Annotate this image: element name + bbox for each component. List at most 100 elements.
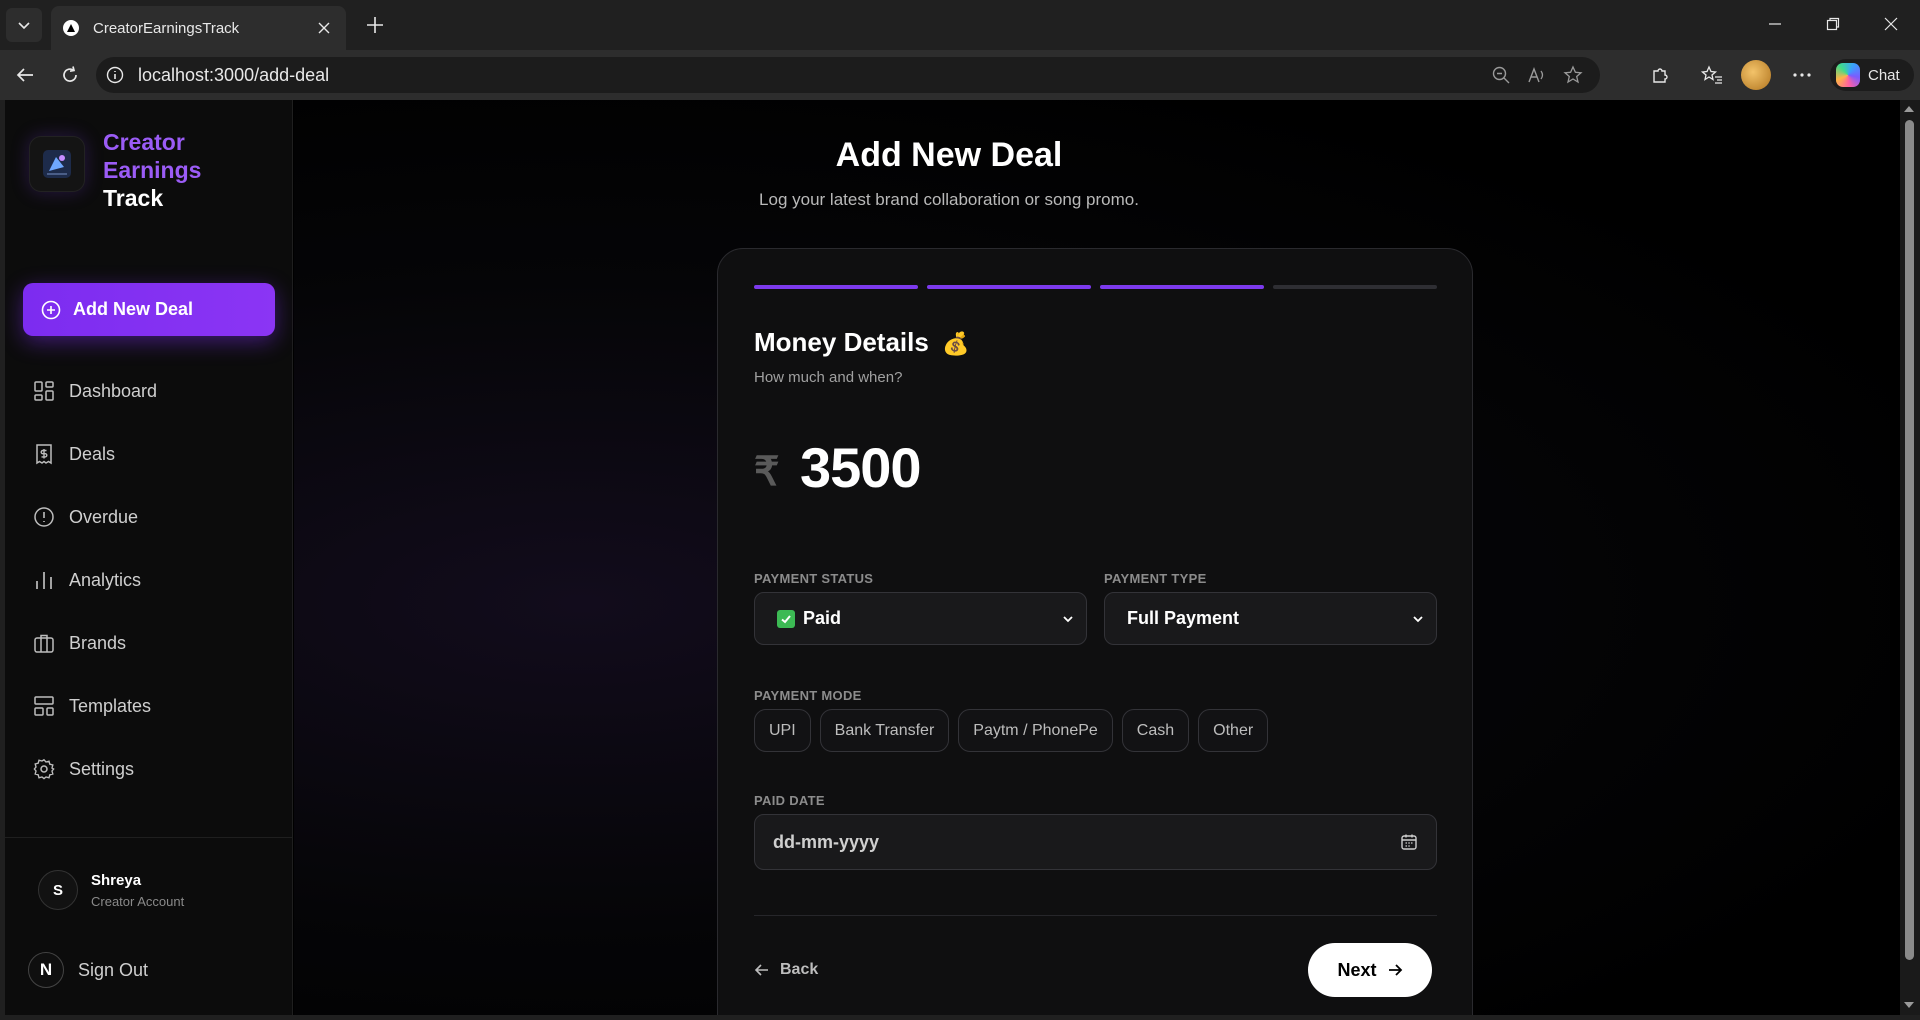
plus-circle-icon xyxy=(41,300,61,319)
browser-tab[interactable]: CreatorEarningsTrack xyxy=(51,6,346,50)
brand-line-2: Earnings xyxy=(103,157,202,183)
nav-label: Analytics xyxy=(69,569,142,590)
nav-item-deals[interactable]: Deals xyxy=(33,436,115,472)
close-window-icon[interactable] xyxy=(1862,0,1920,48)
nav-label: Overdue xyxy=(69,506,139,527)
amount-input[interactable]: 3500 xyxy=(800,435,922,500)
payment-mode-chip-upi[interactable]: UPI xyxy=(754,709,811,752)
progress-segment-2 xyxy=(927,285,1091,289)
progress-segment-3 xyxy=(1100,285,1264,289)
brand-line-1: Creator xyxy=(103,129,185,155)
back-button[interactable]: Back xyxy=(754,961,818,979)
scroll-thumb[interactable] xyxy=(1905,120,1914,960)
nav-item-analytics[interactable]: Analytics xyxy=(33,562,141,598)
user-name: Shreya xyxy=(91,872,142,889)
reload-icon[interactable] xyxy=(54,59,86,91)
next-button[interactable]: Next xyxy=(1308,943,1432,997)
window-bottom-edge xyxy=(0,1015,1920,1020)
tab-list-chevron-icon[interactable] xyxy=(6,8,42,42)
zoom-out-icon[interactable] xyxy=(1488,62,1514,88)
main-content: Add New Deal Log your latest brand colla… xyxy=(294,100,1890,1015)
arrow-left-icon xyxy=(754,964,768,976)
receipt-dollar-icon xyxy=(36,444,52,465)
site-info-icon[interactable] xyxy=(106,66,124,84)
back-arrow-icon[interactable] xyxy=(9,59,41,91)
browser-toolbar: localhost:3000/add-deal Chat xyxy=(0,50,1920,100)
payment-status-select[interactable]: Paid xyxy=(754,592,1087,645)
browser-tab-strip: CreatorEarningsTrack xyxy=(0,0,1920,50)
add-new-deal-label: Add New Deal xyxy=(73,299,194,319)
new-tab-plus-icon[interactable] xyxy=(358,10,392,40)
step-progress-bar xyxy=(754,285,1437,289)
brand[interactable]: Creator Earnings Track xyxy=(29,128,201,212)
address-bar[interactable]: localhost:3000/add-deal xyxy=(96,57,1600,93)
tab-close-icon[interactable] xyxy=(314,18,334,38)
nav-item-overdue[interactable]: Overdue xyxy=(33,499,138,535)
nav-item-dashboard[interactable]: Dashboard xyxy=(33,373,157,409)
more-options-icon[interactable] xyxy=(1786,59,1818,91)
payment-mode-chip-other[interactable]: Other xyxy=(1198,709,1269,752)
chevron-down-icon xyxy=(1063,615,1073,622)
read-aloud-icon[interactable] xyxy=(1524,62,1550,88)
avatar[interactable]: S xyxy=(38,870,78,910)
copilot-chat-button[interactable]: Chat xyxy=(1830,59,1914,91)
brand-name: Creator Earnings Track xyxy=(103,128,201,212)
payment-status-value: Paid xyxy=(803,608,842,628)
sidebar-divider xyxy=(5,837,292,838)
url-text[interactable]: localhost:3000/add-deal xyxy=(138,65,329,86)
alert-circle-icon xyxy=(34,507,54,527)
payment-mode-chip-bank-transfer[interactable]: Bank Transfer xyxy=(819,709,950,752)
gear-icon xyxy=(33,758,55,780)
scroll-up-arrow-icon[interactable] xyxy=(1904,106,1914,112)
n-badge-icon: N xyxy=(28,952,64,988)
arrow-right-icon xyxy=(1388,964,1402,976)
layout-icon xyxy=(34,696,54,716)
minimize-icon[interactable] xyxy=(1746,0,1804,48)
favorite-star-icon[interactable] xyxy=(1560,62,1586,88)
page-subtitle: Log your latest brand collaboration or s… xyxy=(759,190,1139,209)
paid-date-placeholder: dd-mm-yyyy xyxy=(773,831,880,852)
nav-item-settings[interactable]: Settings xyxy=(33,751,134,787)
nav-label: Deals xyxy=(69,443,116,464)
app-logo-icon xyxy=(29,136,85,192)
step-title: Money Details 💰 xyxy=(754,327,969,358)
payment-mode-chip-cash[interactable]: Cash xyxy=(1121,709,1190,752)
page-title: Add New Deal xyxy=(835,136,1063,174)
rupee-symbol: ₹ xyxy=(754,450,780,494)
briefcase-icon xyxy=(34,634,54,653)
step-subtitle: How much and when? xyxy=(754,369,903,386)
money-bag-icon: 💰 xyxy=(942,331,970,356)
payment-status-label: PAYMENT STATUS xyxy=(754,571,874,586)
bar-chart-icon xyxy=(36,572,52,589)
check-mark-icon xyxy=(777,609,795,628)
nav-label: Brands xyxy=(69,632,127,653)
extensions-puzzle-icon[interactable] xyxy=(1644,59,1676,91)
user-role: Creator Account xyxy=(91,894,185,909)
profile-avatar[interactable] xyxy=(1740,59,1772,91)
nav-item-templates[interactable]: Templates xyxy=(33,688,151,724)
progress-segment-1 xyxy=(754,285,918,289)
add-deal-form-card: Money Details 💰 How much and when? ₹ 350… xyxy=(717,248,1473,1015)
payment-type-select[interactable]: Full Payment xyxy=(1104,592,1437,645)
paid-date-label: PAID DATE xyxy=(754,793,825,808)
nav-label: Settings xyxy=(69,758,135,779)
sign-out-button[interactable]: N Sign Out xyxy=(28,952,148,988)
page-scrollbar[interactable] xyxy=(1900,100,1920,1015)
paid-date-input[interactable]: dd-mm-yyyy xyxy=(754,814,1437,870)
restore-icon[interactable] xyxy=(1804,0,1862,48)
payment-mode-chip-paytm-phonepe[interactable]: Paytm / PhonePe xyxy=(958,709,1113,752)
progress-segment-4 xyxy=(1273,285,1437,289)
nav-item-brands[interactable]: Brands xyxy=(33,625,126,661)
sidebar: Creator Earnings Track Add New Deal Dash… xyxy=(5,100,293,1015)
payment-mode-label: PAYMENT MODE xyxy=(754,688,862,703)
brand-line-3: Track xyxy=(103,185,164,211)
add-new-deal-button[interactable]: Add New Deal xyxy=(23,283,275,336)
copilot-label: Chat xyxy=(1868,66,1900,84)
form-footer-divider xyxy=(754,915,1437,916)
scroll-down-arrow-icon[interactable] xyxy=(1904,1002,1914,1008)
calendar-icon[interactable] xyxy=(1400,833,1418,851)
payment-type-value: Full Payment xyxy=(1127,608,1240,628)
favorites-list-icon[interactable] xyxy=(1696,59,1728,91)
back-label: Back xyxy=(780,961,819,978)
chevron-down-icon xyxy=(1413,615,1423,622)
